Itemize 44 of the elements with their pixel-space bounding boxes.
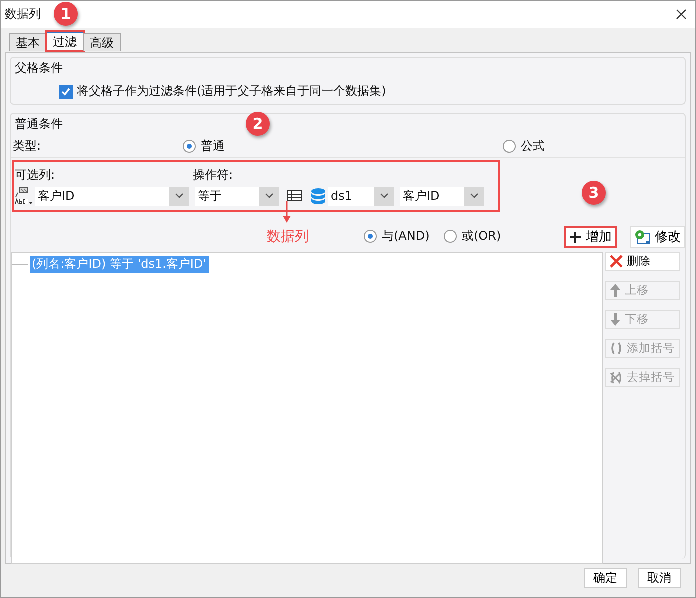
database-icon (311, 188, 326, 204)
radio-button[interactable] (444, 230, 457, 243)
ok-button[interactable]: 确定 (584, 568, 627, 588)
gear-edit-icon (634, 229, 651, 245)
tab[interactable]: 基本 (9, 33, 47, 51)
chevron-down-icon (264, 193, 274, 199)
field-label: 可选列: (15, 166, 56, 184)
add-button[interactable]: 增加 (564, 226, 617, 248)
brackets-icon (610, 342, 623, 355)
field-label: 类型: (13, 138, 42, 154)
remove-brackets-icon (610, 370, 623, 384)
delete-icon (610, 255, 623, 268)
group-title: 父格条件 (14, 60, 64, 77)
field-label: 操作符: (193, 166, 234, 184)
column-type-icon[interactable] (14, 186, 34, 206)
chevron-down-icon (174, 193, 184, 199)
table-icon[interactable] (287, 190, 303, 202)
plus-icon (569, 230, 582, 244)
chevron-down-icon (470, 193, 478, 199)
close-icon[interactable] (676, 9, 687, 20)
radio-button[interactable] (183, 140, 196, 152)
tab[interactable]: 高级 (83, 33, 121, 51)
group-title: 普通条件 (14, 116, 64, 133)
dropdown[interactable]: 客户ID (35, 186, 189, 206)
arrow-down-icon (610, 313, 621, 326)
edit-button[interactable]: 修改 (630, 226, 685, 248)
radio-button[interactable] (364, 230, 377, 243)
dropdown[interactable]: ds1 (328, 186, 394, 206)
radio-label: 普通 (201, 138, 225, 154)
annotation-label: 数据列 (267, 228, 309, 246)
tab[interactable]: 过滤 (46, 31, 84, 51)
radio-label: 与(AND) (382, 228, 430, 245)
checkbox[interactable] (59, 84, 73, 98)
cancel-button[interactable]: 取消 (638, 568, 681, 588)
arrow-up-icon (610, 284, 621, 297)
radio-label: 或(OR) (462, 228, 502, 245)
chevron-down-icon (380, 193, 388, 199)
dropdown[interactable]: 客户ID (400, 186, 484, 206)
checkbox-label: 将父格子作为过滤条件(适用于父子格来自于同一个数据集) (77, 83, 386, 100)
radio-label: 公式 (521, 138, 545, 154)
radio-button[interactable] (503, 140, 516, 152)
window-title: 数据列 (5, 6, 41, 23)
delete-button[interactable]: 删除 (605, 252, 680, 271)
dropdown[interactable]: 等于 (195, 186, 279, 206)
